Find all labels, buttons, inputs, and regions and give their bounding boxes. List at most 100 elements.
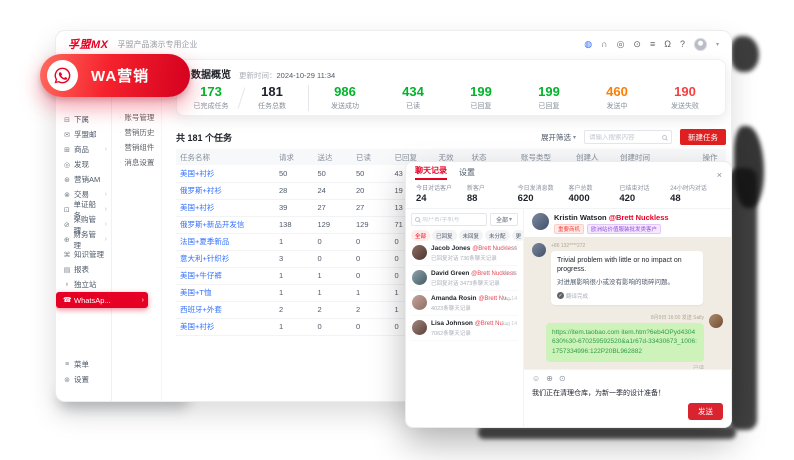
chevron-right-icon: › xyxy=(105,206,107,213)
avatar xyxy=(709,314,723,328)
chip-unreplied[interactable]: 未回复 xyxy=(459,230,484,241)
finance-icon: ⊕ xyxy=(63,236,71,244)
more-icon[interactable]: ⊙ xyxy=(559,375,566,383)
task-name-link[interactable]: 美国+T恤 xyxy=(176,284,275,301)
user-avatar[interactable] xyxy=(694,38,707,51)
new-task-button[interactable]: 新建任务 xyxy=(680,129,726,145)
task-search-input[interactable] xyxy=(589,134,659,141)
sidebar-item-knowledge[interactable]: ⌘ 知识管理 xyxy=(56,247,111,262)
help-icon[interactable]: ? xyxy=(680,40,685,49)
task-name-link[interactable]: 美国+衬衫 xyxy=(176,318,275,335)
chip-unassigned[interactable]: 未分配 xyxy=(485,230,510,241)
contact-desc: 7062条聊天记录 xyxy=(431,329,517,337)
message-icon[interactable]: ◍ xyxy=(584,40,592,49)
chevron-down-icon: ▾ xyxy=(509,216,512,223)
headset-icon[interactable]: ∩ xyxy=(601,40,607,49)
cell-req: 1 xyxy=(275,233,314,250)
dot-icon: · xyxy=(119,129,121,136)
product-link[interactable]: https://item.taobao.com item.htm?6eb4OPy… xyxy=(552,328,698,357)
contact-name: Amanda Rosin xyxy=(431,295,477,302)
contact-search-box[interactable] xyxy=(411,213,487,226)
emoji-icon[interactable]: ☺ xyxy=(532,375,540,383)
stat-value: 48 xyxy=(670,193,721,204)
bell-icon[interactable]: Ω xyxy=(664,40,671,49)
cell-read: 0 xyxy=(352,233,391,250)
sidebar-item-products[interactable]: ⊞ 商品 › xyxy=(56,142,111,157)
chip-all[interactable]: 全部 xyxy=(411,230,430,241)
contact-filter-select[interactable]: 全部 ▾ xyxy=(490,213,518,226)
chip-replied[interactable]: 已回复 xyxy=(432,230,457,241)
contact-item[interactable]: David Green @Brett Nuckless 已回复对话 3473条聊… xyxy=(411,266,518,291)
cell-req: 1 xyxy=(275,284,314,301)
cell-deliver: 1 xyxy=(314,267,353,284)
contact-desc: 已回复对话 736条聊天记录 xyxy=(431,254,517,262)
stat-today-chat-customers: 今日对话客户 24 xyxy=(416,183,467,204)
chevron-right-icon: › xyxy=(105,236,107,243)
contact-name: Lisa Johnson xyxy=(431,320,473,327)
user-menu-chevron-icon[interactable]: ▾ xyxy=(716,41,719,48)
stat-value: 434 xyxy=(393,85,433,99)
sidebar-item-independent-site[interactable]: ♁ 独立站 xyxy=(56,277,111,292)
history-icon[interactable]: ⊙ xyxy=(633,40,641,49)
close-icon[interactable]: × xyxy=(717,171,722,180)
tab-settings[interactable]: 设置 xyxy=(459,167,475,180)
sidebar-item-label: 设置 xyxy=(74,374,89,385)
contact-filter-chips: 全部 已回复 未回复 未分配 更 xyxy=(411,230,518,241)
expand-filter-label: 展开筛选 xyxy=(541,132,571,143)
docs-shipping-icon: ⊡ xyxy=(63,206,71,214)
translation-status-label: 翻译完成 xyxy=(566,292,588,300)
stat-today-messages: 今日发消息数 620 xyxy=(518,183,569,204)
submenu-item-history[interactable]: · 营销历史 xyxy=(112,125,161,140)
task-name-link[interactable]: 西班牙+外套 xyxy=(176,301,275,318)
workflow-icon[interactable]: ≡ xyxy=(650,40,655,49)
decor-noise-side-right xyxy=(729,168,757,430)
cell-deliver: 0 xyxy=(314,250,353,267)
submenu-item-accounts[interactable]: · 账号管理 xyxy=(112,110,161,125)
contact-item[interactable]: Jacob Jones @Brett Nuckless 已回复对话 736条聊天… xyxy=(411,241,518,266)
submenu-item-components[interactable]: · 营销组件 xyxy=(112,140,161,155)
sidebar-item-menu[interactable]: ≡ 菜单 xyxy=(56,357,111,372)
sender-phone: +86 132****272 xyxy=(551,243,703,249)
task-name-link[interactable]: 俄罗斯+衬衫 xyxy=(176,182,275,199)
message-bubble: Trivial problem with little or no impact… xyxy=(551,251,703,305)
expand-filter-toggle[interactable]: 展开筛选 ▾ xyxy=(541,132,576,143)
composer-input[interactable]: 我们正在清理仓库，为新一季的设计准备！ xyxy=(532,388,723,398)
sidebar-item-mail[interactable]: ✉ 孚盟邮 xyxy=(56,127,111,142)
tab-chat-records[interactable]: 聊天记录 xyxy=(415,165,447,180)
task-count: 共 181 个任务 xyxy=(176,131,232,144)
cell-deliver: 129 xyxy=(314,216,353,233)
marketing-am-icon: ⊛ xyxy=(63,176,71,184)
contacts-pane: 全部 ▾ 全部 已回复 未回复 未分配 更 Jacob Jones @Brett… xyxy=(406,209,524,427)
task-name-link[interactable]: 美国+衬衫 xyxy=(176,199,275,216)
sidebar-item-reports[interactable]: ▤ 报表 xyxy=(56,262,111,277)
whatsapp-logo-icon xyxy=(47,60,78,91)
contact-item[interactable]: Lisa Johnson @Brett Nu... 7062条聊天记录 Aug … xyxy=(411,316,518,341)
task-name-link[interactable]: 美国+牛仔裤 xyxy=(176,267,275,284)
attachment-icon[interactable]: ⊕ xyxy=(546,375,553,383)
submenu-item-message-settings[interactable]: · 消息设置 xyxy=(112,155,161,170)
send-button[interactable]: 发送 xyxy=(688,403,723,420)
sidebar-item-discover[interactable]: ◎ 发现 xyxy=(56,157,111,172)
contact-item[interactable]: Amanda Rosin @Brett Nu... 4023条聊天记录 Aug … xyxy=(411,291,518,316)
task-name-link[interactable]: 意大利+针织衫 xyxy=(176,250,275,267)
contact-search-input[interactable] xyxy=(422,217,483,223)
tag-customer-segment: 欧洲站价值服装批发类客户 xyxy=(587,224,661,234)
sidebar-item-finance[interactable]: ⊕ 财务管理 › xyxy=(56,232,111,247)
target-icon[interactable]: ◎ xyxy=(617,40,625,49)
sidebar-item-label: WhatsAp... xyxy=(74,296,111,305)
sidebar-item-marketing-am[interactable]: ⊛ 营销AM xyxy=(56,172,111,187)
sidebar-item-label: 商品 xyxy=(74,144,89,155)
gear-icon: ⊚ xyxy=(63,376,71,384)
task-search-box[interactable] xyxy=(584,130,672,144)
task-name-link[interactable]: 法国+夏季新品 xyxy=(176,233,275,250)
task-name-link[interactable]: 俄罗斯+新品开发信 xyxy=(176,216,275,233)
sidebar-item-whatsapp[interactable]: ☎ WhatsAp... › xyxy=(56,292,148,308)
task-name-link[interactable]: 美国+衬衫 xyxy=(176,165,275,182)
cell-req: 28 xyxy=(275,182,314,199)
chevron-right-icon: › xyxy=(105,191,107,198)
contact-name: David Green xyxy=(431,270,469,277)
message-translation: 对进展影响很小或没有影响的琐碎问题。 xyxy=(557,279,697,288)
sidebar-item-settings[interactable]: ⊚ 设置 xyxy=(56,372,111,387)
cell-read: 27 xyxy=(352,199,391,216)
sidebar-item-subordinates[interactable]: ⊟ 下属 xyxy=(56,112,111,127)
